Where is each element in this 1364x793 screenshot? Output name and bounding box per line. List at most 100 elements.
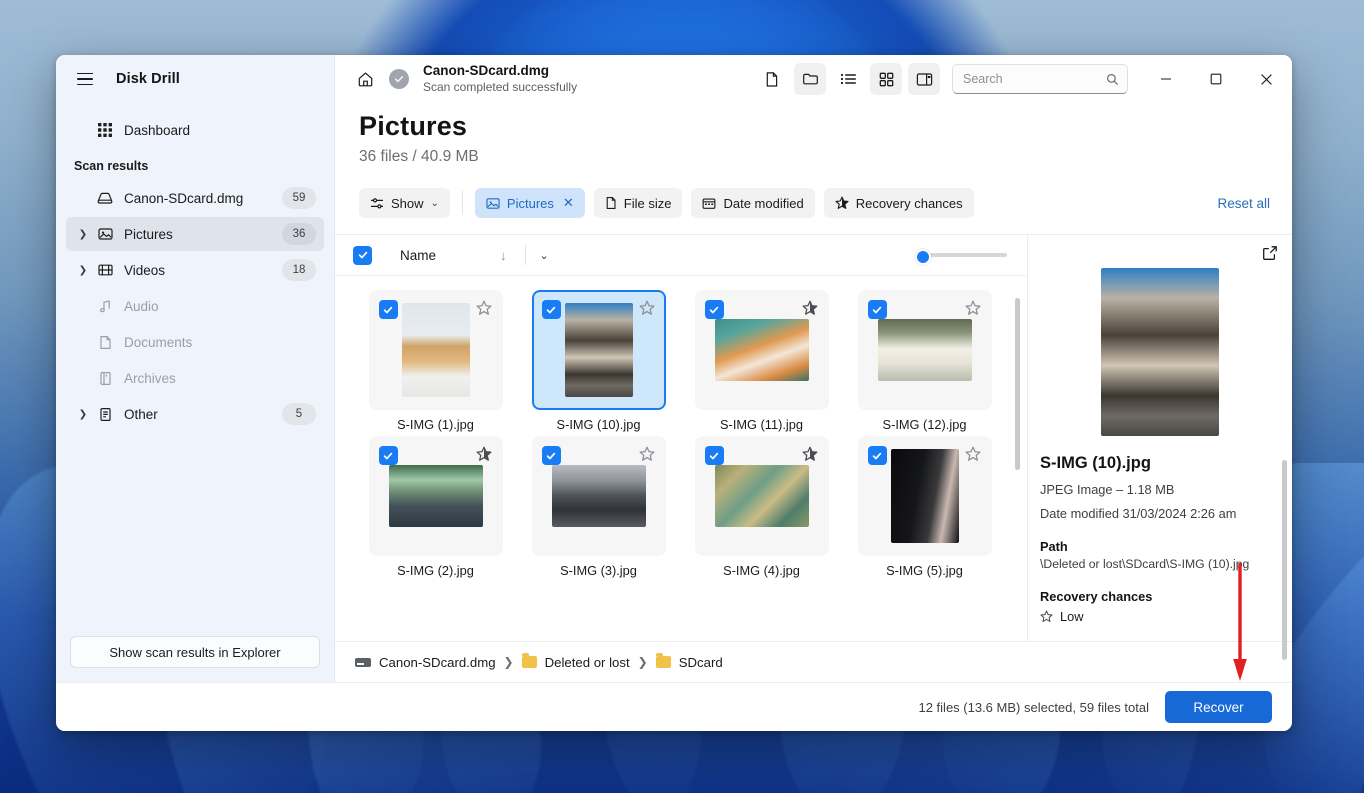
file-thumbnail-card[interactable] (368, 290, 503, 410)
hamburger-icon[interactable] (70, 64, 100, 94)
file-tile[interactable]: S-IMG (12).jpg (844, 290, 1005, 432)
show-scan-results-in-explorer-button[interactable]: Show scan results in Explorer (70, 636, 320, 668)
file-thumbnail-image (388, 465, 483, 527)
filter-chip-pictures[interactable]: Pictures ✕ (474, 188, 585, 218)
file-checkbox[interactable] (867, 300, 887, 319)
file-thumbnail-card[interactable] (694, 290, 829, 410)
file-checkbox[interactable] (541, 300, 561, 319)
sidebar-item-pictures[interactable]: ❯ Pictures 36 (66, 217, 324, 251)
star-outline-icon[interactable] (476, 300, 492, 320)
file-checkbox[interactable] (378, 300, 398, 319)
arrow-down-icon[interactable]: ↓ (500, 248, 507, 263)
star-half-icon[interactable] (476, 446, 492, 466)
details-scrollbar-thumb[interactable] (1282, 460, 1287, 660)
grid-scrollbar-thumb[interactable] (1015, 298, 1020, 470)
sidebar-item-documents[interactable]: Documents (66, 325, 324, 359)
select-all-checkbox[interactable] (353, 245, 372, 265)
details-recovery-label: Recovery chances (1040, 589, 1153, 604)
sidebar-item-label: Other (124, 406, 158, 422)
file-thumbnail-card[interactable] (694, 436, 829, 556)
filter-chip-recovery-chances[interactable]: Recovery chances (823, 188, 974, 218)
file-checkbox[interactable] (867, 446, 887, 465)
star-outline-icon[interactable] (965, 300, 981, 320)
sidebar-item-canon-sdcard[interactable]: Canon-SDcard.dmg 59 (66, 181, 324, 215)
show-filter-label: Show (391, 195, 424, 211)
file-tile[interactable]: S-IMG (10).jpg (518, 290, 679, 432)
sort-column-label[interactable]: Name (400, 248, 436, 263)
filter-chip-date-modified[interactable]: Date modified (691, 188, 815, 218)
breadcrumb-item-deleted-or-lost[interactable]: Deleted or lost (521, 653, 630, 670)
star-outline-icon[interactable] (965, 446, 981, 466)
star-half-icon[interactable] (802, 300, 818, 320)
file-thumbnail-card[interactable] (857, 290, 992, 410)
sidebar-item-label: Dashboard (124, 122, 191, 138)
file-thumbnail-card[interactable] (531, 436, 666, 556)
details-path-label: Path (1040, 539, 1068, 554)
file-checkbox[interactable] (704, 300, 724, 319)
breadcrumb: Canon-SDcard.dmg ❯ Deleted or lost ❯ SDc… (335, 641, 1292, 682)
file-thumbnail-card[interactable] (531, 290, 666, 410)
image-icon (486, 197, 500, 209)
reset-all-button[interactable]: Reset all (1217, 196, 1270, 211)
file-thumbnail-card[interactable] (857, 436, 992, 556)
sidebar-item-label: Archives (124, 370, 176, 386)
grid-view-icon[interactable] (870, 63, 902, 95)
show-filter-button[interactable]: Show ⌄ (359, 188, 450, 218)
file-view-icon[interactable] (756, 63, 788, 95)
preview-pane-icon[interactable] (908, 63, 940, 95)
sidebar-item-videos[interactable]: ❯ Videos 18 (66, 253, 324, 287)
file-tile[interactable]: S-IMG (2).jpg (355, 436, 516, 578)
close-icon[interactable]: ✕ (563, 195, 574, 211)
file-checkbox[interactable] (704, 446, 724, 465)
file-name-label: S-IMG (1).jpg (397, 417, 474, 432)
breadcrumb-item-drive[interactable]: Canon-SDcard.dmg (355, 655, 496, 670)
list-view-icon[interactable] (832, 63, 864, 95)
details-type-size: JPEG Image – 1.18 MB (1040, 482, 1175, 497)
file-tile[interactable]: S-IMG (5).jpg (844, 436, 1005, 578)
filter-chip-file-size[interactable]: File size (593, 188, 683, 218)
chevron-right-icon[interactable]: ❯ (74, 409, 92, 420)
breadcrumb-separator: ❯ (637, 655, 648, 669)
file-grid: S-IMG (1).jpg S-IMG (10).jpg S-IMG (11).jp… (335, 290, 1027, 578)
details-preview[interactable] (1028, 268, 1292, 436)
star-half-icon[interactable] (802, 446, 818, 466)
star-outline-icon[interactable] (639, 446, 655, 466)
file-thumbnail-card[interactable] (368, 436, 503, 556)
star-outline-icon[interactable] (639, 300, 655, 320)
thumbnail-size-slider[interactable] (915, 249, 1007, 265)
sidebar-item-archives[interactable]: Archives (66, 361, 324, 395)
close-icon[interactable] (1244, 63, 1288, 95)
folder-view-icon[interactable] (794, 63, 826, 95)
file-name-label: S-IMG (4).jpg (723, 563, 800, 578)
chevron-right-icon[interactable]: ❯ (74, 229, 92, 240)
open-external-icon[interactable] (1262, 245, 1278, 266)
chevron-down-icon[interactable]: ⌄ (540, 249, 549, 262)
recover-button[interactable]: Recover (1165, 691, 1272, 723)
file-thumbnail-image (401, 303, 470, 397)
sidebar-item-label: Pictures (124, 226, 173, 242)
minimize-icon[interactable] (1144, 63, 1188, 95)
search-input[interactable] (961, 71, 1106, 87)
file-checkbox[interactable] (541, 446, 561, 465)
chevron-right-icon[interactable]: ❯ (74, 265, 92, 276)
sidebar-item-dashboard[interactable]: Dashboard (66, 113, 324, 147)
slider-knob[interactable] (915, 249, 931, 265)
file-tile[interactable]: S-IMG (1).jpg (355, 290, 516, 432)
file-tile[interactable]: S-IMG (11).jpg (681, 290, 842, 432)
search-box[interactable] (952, 64, 1128, 94)
content-split: Name ↓ ⌄ S-IMG (1).jpg S-IMG (10).jpg S-IM… (335, 234, 1292, 660)
details-date-modified: Date modified 31/03/2024 2:26 am (1040, 506, 1237, 521)
file-checkbox[interactable] (378, 446, 398, 465)
home-icon[interactable] (349, 63, 381, 95)
file-grid-scroll-area[interactable]: S-IMG (1).jpg S-IMG (10).jpg S-IMG (11).jp… (335, 276, 1027, 641)
sidebar-item-audio[interactable]: Audio (66, 289, 324, 323)
file-tile[interactable]: S-IMG (4).jpg (681, 436, 842, 578)
maximize-icon[interactable] (1194, 63, 1238, 95)
scan-status-subtitle: Scan completed successfully (423, 79, 578, 94)
scan-source-title: Canon-SDcard.dmg (423, 62, 550, 78)
breadcrumb-item-sdcard[interactable]: SDcard (655, 653, 723, 670)
sidebar-item-other[interactable]: ❯ Other 5 (66, 397, 324, 431)
status-bar: 12 files (13.6 MB) selected, 59 files to… (56, 682, 1292, 731)
folder-icon (655, 653, 671, 668)
file-tile[interactable]: S-IMG (3).jpg (518, 436, 679, 578)
